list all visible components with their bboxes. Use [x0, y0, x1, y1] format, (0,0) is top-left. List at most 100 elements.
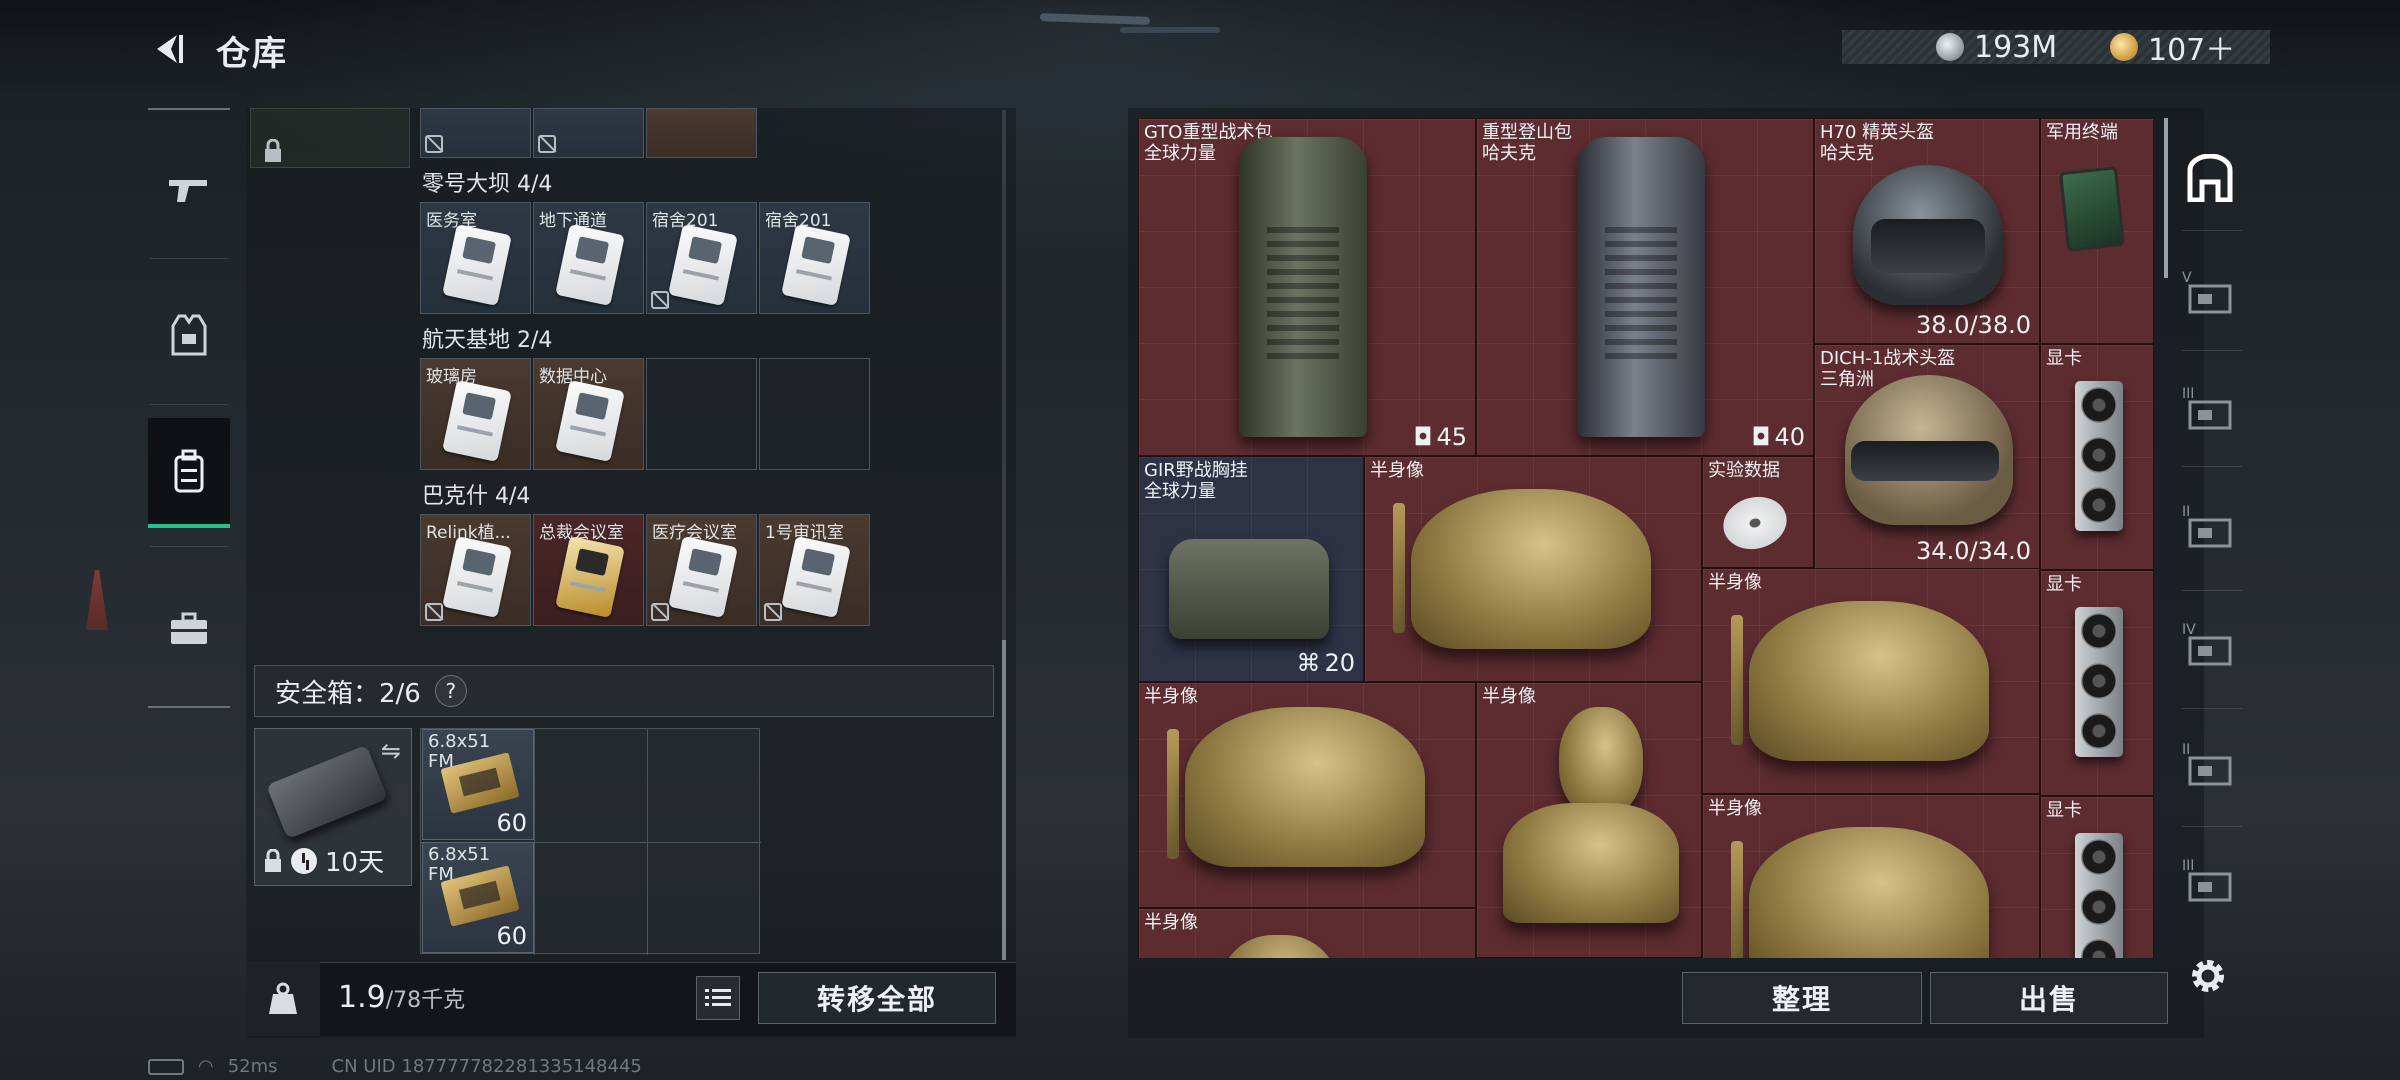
- briefcase-icon: [171, 612, 207, 644]
- key-card-name: 医疗会议室: [652, 523, 737, 543]
- stash-item[interactable]: DICH-1战术头盔 三角洲 34.0/34.0: [1814, 344, 2040, 570]
- keycard-icon: [555, 535, 625, 619]
- stash-item[interactable]: 半身像: [1138, 682, 1476, 908]
- unmarked-icon: [538, 135, 556, 153]
- stash-tab-5[interactable]: V: [2180, 270, 2240, 326]
- nav-backpack[interactable]: [148, 418, 230, 528]
- stash-item[interactable]: 显卡: [2040, 796, 2154, 958]
- back-button[interactable]: [146, 28, 192, 70]
- key-card[interactable]: 1号审讯室: [759, 514, 870, 626]
- stash-item[interactable]: 半身像: [1702, 794, 2040, 958]
- ping-text: 52ms: [227, 1056, 278, 1077]
- weight-readout: 1.9/78千克: [338, 980, 465, 1015]
- key-card-row: 医务室 地下通道 宿舍201 宿舍201: [420, 202, 870, 314]
- stash-item[interactable]: 半身像: [1702, 568, 2040, 794]
- silver-currency[interactable]: 193M: [1936, 30, 2057, 65]
- stash-grid: GTO重型战术包 全球力量 ◘ 45 重型登山包 哈夫克 ◘ 40 H70 精英头盔 哈夫…: [1138, 118, 2154, 958]
- list-icon: [705, 989, 731, 1006]
- key-card-name: 数据中心: [539, 367, 607, 387]
- sort-button[interactable]: 整理: [1682, 972, 1922, 1024]
- safe-box-case[interactable]: ⇋ 10天: [254, 728, 412, 886]
- key-card-name: 总裁会议室: [539, 523, 624, 543]
- key-card-row: 玻璃房 数据中心: [420, 358, 870, 470]
- bust-base: [1731, 841, 1743, 958]
- stash-item[interactable]: 实验数据: [1702, 456, 1814, 568]
- stash-scrollbar[interactable]: [2164, 118, 2168, 278]
- key-card[interactable]: 总裁会议室: [533, 514, 644, 626]
- nav-weapons[interactable]: [148, 134, 230, 244]
- key-card[interactable]: 数据中心: [533, 358, 644, 470]
- empty-slot[interactable]: [646, 358, 757, 470]
- key-card[interactable]: 宿舍201: [759, 202, 870, 314]
- bust-base: [1393, 503, 1405, 633]
- stash-item[interactable]: 重型登山包 哈夫克 ◘ 40: [1476, 118, 1814, 456]
- ammo-qty: 60: [496, 809, 527, 837]
- gpu-image: [2075, 833, 2123, 958]
- stash-tab-4[interactable]: IV: [2180, 622, 2240, 678]
- key-card-slot[interactable]: [420, 108, 531, 158]
- key-card[interactable]: 宿舍201: [646, 202, 757, 314]
- unmarked-icon: [651, 291, 669, 309]
- stash-item[interactable]: 显卡: [2040, 570, 2154, 796]
- stash-item[interactable]: H70 精英头盔 哈夫克 38.0/38.0: [1814, 118, 2040, 344]
- chest-rig-image: [1169, 539, 1329, 639]
- item-name: 重型登山包 哈夫克: [1482, 122, 1572, 164]
- bust-image: [1503, 803, 1679, 923]
- bust-image: [1411, 489, 1651, 649]
- item-name: 显卡: [2046, 800, 2082, 821]
- weight-current: 1.9: [338, 980, 386, 1015]
- keycard-icon: [442, 223, 512, 307]
- ammo-item[interactable]: 6.8x51 FM 60: [422, 842, 534, 953]
- settings-button[interactable]: [2186, 954, 2230, 998]
- transfer-all-button[interactable]: 转移全部: [758, 972, 996, 1024]
- nav-armor[interactable]: [148, 280, 230, 390]
- stash-tab-3[interactable]: III: [2180, 386, 2240, 442]
- empty-slot[interactable]: [759, 358, 870, 470]
- scrollbar[interactable]: [1002, 640, 1006, 960]
- safe-case-icon: [266, 744, 388, 840]
- item-name: 实验数据: [1708, 460, 1780, 481]
- capacity: ◘ 40: [1751, 423, 1805, 451]
- stash-tab-2b[interactable]: II: [2180, 742, 2240, 798]
- keycard-icon: [555, 379, 625, 463]
- swap-icon[interactable]: ⇋: [381, 737, 401, 765]
- weight-lock[interactable]: [246, 962, 320, 1036]
- nav-case[interactable]: [148, 574, 230, 684]
- stash-item[interactable]: 半身像: [1138, 908, 1476, 958]
- stash-main-tab[interactable]: [2180, 150, 2240, 206]
- unmarked-icon: [764, 603, 782, 621]
- list-view-button[interactable]: [696, 976, 740, 1020]
- key-card[interactable]: 医疗会议室: [646, 514, 757, 626]
- weight-icon: [269, 982, 297, 1014]
- stash-item[interactable]: 半身像: [1364, 456, 1702, 682]
- key-card-slot[interactable]: [533, 108, 644, 158]
- lock-icon: [265, 139, 281, 162]
- item-name: 半身像: [1144, 912, 1198, 933]
- stash-tab-3b[interactable]: III: [2180, 858, 2240, 914]
- stash-item[interactable]: 军用终端: [2040, 118, 2154, 344]
- status-bar: ◠ 52ms CN UID 187777782281335148445: [148, 1056, 642, 1077]
- key-card[interactable]: 医务室: [420, 202, 531, 314]
- ammo-item[interactable]: 6.8x51 FM 60: [422, 729, 534, 840]
- stash-item[interactable]: GTO重型战术包 全球力量 ◘ 45: [1138, 118, 1476, 456]
- key-card-name: 地下通道: [539, 211, 607, 231]
- key-card[interactable]: Relink植...: [420, 514, 531, 626]
- backpack-image: [1239, 137, 1367, 437]
- key-card[interactable]: 玻璃房: [420, 358, 531, 470]
- capacity: ◘ 45: [1413, 423, 1467, 451]
- key-card[interactable]: 地下通道: [533, 202, 644, 314]
- key-card-slot[interactable]: [646, 108, 757, 158]
- bust-base: [1167, 729, 1179, 859]
- item-name: 半身像: [1370, 460, 1424, 481]
- stash-tab-2[interactable]: II: [2180, 504, 2240, 560]
- help-icon[interactable]: ?: [434, 675, 467, 707]
- keycard-icon: [442, 379, 512, 463]
- sell-button[interactable]: 出售: [1930, 972, 2168, 1024]
- stash-item[interactable]: 半身像: [1476, 682, 1702, 958]
- stash-item[interactable]: GIR野战胸挂 全球力量 ⌘ 20: [1138, 456, 1364, 682]
- ammo-qty: 60: [496, 922, 527, 950]
- silver-coin-icon: [1936, 33, 1964, 61]
- gold-currency[interactable]: 107＋: [2110, 30, 2235, 68]
- stash-item[interactable]: 显卡: [2040, 344, 2154, 570]
- safe-box-label: 安全箱：2/6: [275, 678, 421, 709]
